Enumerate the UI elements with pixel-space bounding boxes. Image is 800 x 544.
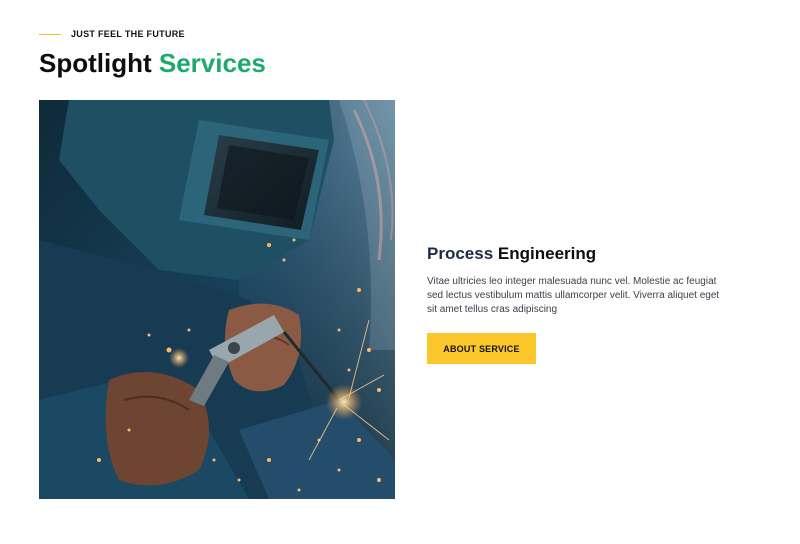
eyebrow-divider-line xyxy=(39,33,61,35)
section-title-accent: Services xyxy=(158,48,266,78)
eyebrow-text: JUST FEEL THE FUTURE xyxy=(71,29,185,39)
section-title-main: Spotlight xyxy=(39,48,152,78)
section-title: Spotlight Services xyxy=(39,47,266,79)
service-photo xyxy=(39,100,395,499)
welder-photo-illustration xyxy=(39,100,395,499)
service-title-main: Engineering xyxy=(497,244,597,263)
section-eyebrow: JUST FEEL THE FUTURE xyxy=(39,29,185,39)
service-title: Process Engineering xyxy=(427,243,596,265)
service-description: Vitae ultricies leo integer malesuada nu… xyxy=(427,276,720,315)
about-service-button[interactable]: ABOUT SERVICE xyxy=(427,333,536,364)
service-title-prefix: Process xyxy=(427,244,494,263)
